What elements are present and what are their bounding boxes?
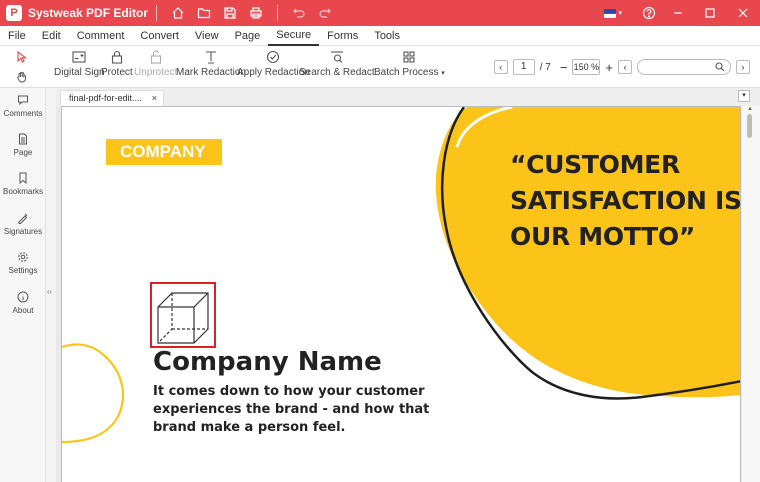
batch-icon	[403, 51, 415, 63]
app-title: Systweak PDF Editor	[28, 6, 149, 20]
close-icon[interactable]	[726, 0, 760, 26]
tab-close-icon[interactable]: ×	[152, 91, 157, 106]
scrollbar-thumb[interactable]	[747, 114, 752, 138]
menu-file[interactable]: File	[0, 26, 34, 46]
select-pointer-icon[interactable]	[14, 49, 30, 65]
app-logo-letter: P	[10, 7, 18, 19]
sidebar-item-signatures[interactable]: Signatures	[0, 212, 46, 236]
comment-icon	[18, 95, 28, 106]
batch-process-label: Batch Process	[374, 67, 439, 78]
vertical-scrollbar[interactable]: ▲	[742, 106, 760, 482]
document-tab-label: final-pdf-for-edit....	[69, 93, 143, 103]
unprotect-button[interactable]: Unprotect	[134, 49, 177, 78]
app-logo: P	[6, 5, 22, 21]
company-tagline[interactable]: It comes down to how your customer exper…	[153, 383, 453, 437]
left-sidebar: Comments Page Bookmarks Signatures Setti…	[0, 88, 46, 482]
folder-icon[interactable]	[191, 0, 217, 26]
search-redact-label: Search & Redact	[299, 67, 375, 78]
digital-sign-button[interactable]: Digital Sign	[54, 49, 105, 78]
sidebar-item-label: Comments	[3, 109, 43, 118]
menu-forms[interactable]: Forms	[319, 26, 366, 46]
undo-icon[interactable]	[286, 0, 312, 26]
print-icon[interactable]	[243, 0, 269, 26]
selected-image-box[interactable]	[150, 282, 216, 348]
sidebar-item-settings[interactable]: Settings	[0, 251, 46, 275]
info-icon	[17, 291, 29, 303]
home-icon[interactable]	[165, 0, 191, 26]
flag-icon[interactable]	[604, 8, 617, 18]
page-number-input[interactable]: 1	[512, 59, 535, 75]
pdf-page[interactable]: COMPANY “CUSTOMER SATISFACTION IS OUR MO…	[61, 106, 741, 482]
check-circle-icon	[267, 50, 280, 64]
tab-list-chevron-icon[interactable]: ▾	[738, 90, 750, 102]
search-redact-icon	[330, 51, 343, 63]
company-tag[interactable]: COMPANY	[106, 139, 222, 165]
page-icon	[19, 133, 27, 145]
scroll-up-icon[interactable]: ▲	[747, 106, 753, 112]
redo-icon[interactable]	[312, 0, 338, 26]
help-icon[interactable]	[636, 0, 662, 26]
lock-icon	[111, 50, 122, 64]
sidebar-item-label: Settings	[8, 266, 38, 275]
sidebar-item-bookmarks[interactable]: Bookmarks	[0, 172, 46, 196]
menu-view[interactable]: View	[187, 26, 227, 46]
maximize-icon[interactable]	[694, 0, 726, 26]
toolbar: Digital Sign Protect Unprotect Mark Reda…	[0, 46, 760, 88]
language-caret-icon[interactable]: ▾	[618, 9, 622, 17]
search-input[interactable]	[637, 59, 731, 75]
search-prev-button[interactable]: ‹	[618, 60, 632, 74]
minimize-icon[interactable]	[662, 0, 694, 26]
menu-page[interactable]: Page	[227, 26, 269, 46]
document-tab[interactable]: final-pdf-for-edit.... ×	[60, 90, 164, 106]
protect-label: Protect	[101, 67, 133, 78]
sidebar-item-label: Bookmarks	[2, 187, 43, 196]
menu-tools[interactable]: Tools	[366, 26, 408, 46]
search-icon[interactable]	[715, 62, 725, 72]
title-bar: P Systweak PDF Editor ▾	[0, 0, 760, 26]
zoom-in-button[interactable]: +	[605, 60, 613, 75]
document-viewer[interactable]: COMPANY “CUSTOMER SATISFACTION IS OUR MO…	[56, 106, 742, 482]
protect-button[interactable]: Protect	[101, 49, 133, 78]
document-tab-strip: final-pdf-for-edit.... × ▾	[56, 88, 760, 106]
menu-comment[interactable]: Comment	[69, 26, 133, 46]
text-redact-icon	[206, 51, 217, 64]
company-name-heading[interactable]: Company Name	[153, 347, 382, 377]
zoom-out-button[interactable]: −	[560, 60, 568, 75]
search-redact-button[interactable]: Search & Redact	[299, 49, 375, 78]
search-next-button[interactable]: ›	[736, 60, 750, 74]
sidebar-item-label: Page	[13, 148, 33, 157]
mark-redaction-label: Mark Redaction	[176, 67, 247, 78]
menu-convert[interactable]: Convert	[132, 26, 187, 46]
zoom-input[interactable]: 150 %	[572, 59, 601, 75]
batch-process-button[interactable]: Batch Process ▾	[374, 49, 445, 78]
menu-secure[interactable]: Secure	[268, 26, 320, 46]
hand-tool-icon[interactable]	[14, 69, 30, 85]
digital-sign-label: Digital Sign	[54, 67, 105, 78]
panel-resize-handle[interactable]: ‹›	[47, 289, 52, 296]
bookmark-icon	[19, 172, 27, 184]
unprotect-label: Unprotect	[134, 67, 178, 78]
prev-page-button[interactable]: ‹	[493, 60, 508, 74]
menu-bar: File Edit Comment Convert View Page Secu…	[0, 26, 760, 46]
sidebar-item-page[interactable]: Page	[0, 133, 46, 157]
sidebar-item-label: About	[12, 306, 34, 315]
left-yellow-outline-shape	[62, 343, 124, 444]
gear-icon	[18, 252, 28, 262]
sidebar-item-comments[interactable]: Comments	[0, 94, 46, 118]
sidebar-item-label: Signatures	[3, 227, 43, 236]
signature-icon	[18, 213, 28, 224]
unlock-icon	[150, 50, 161, 64]
title-separator	[277, 5, 279, 21]
title-separator	[156, 5, 158, 21]
sidebar-item-about[interactable]: About	[0, 291, 46, 315]
total-pages: / 7	[539, 61, 551, 73]
menu-edit[interactable]: Edit	[34, 26, 69, 46]
mark-redaction-button[interactable]: Mark Redaction	[176, 49, 246, 78]
motto-quote[interactable]: “CUSTOMER SATISFACTION IS OUR MOTTO”	[510, 147, 740, 255]
chevron-down-icon: ▾	[441, 70, 445, 77]
digital-sign-icon	[72, 51, 86, 63]
save-icon[interactable]	[217, 0, 243, 26]
page-navigation: ‹ 1 / 7 − 150 % + ‹ ›	[493, 59, 750, 75]
